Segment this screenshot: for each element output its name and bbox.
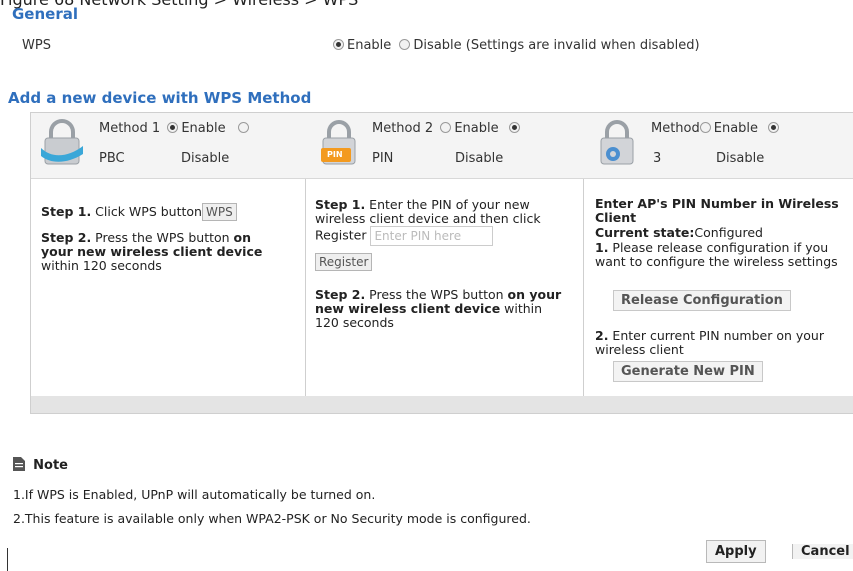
- cancel-button[interactable]: Cancel: [792, 544, 853, 559]
- register-button[interactable]: Register: [315, 253, 373, 271]
- method-2-disable-radio[interactable]: [508, 122, 520, 133]
- wps-disable-radio[interactable]: [399, 39, 411, 50]
- method-3-disable-radio[interactable]: [768, 122, 780, 133]
- method-1-name: Method 1: [99, 121, 161, 136]
- wps-button[interactable]: WPS: [201, 203, 237, 221]
- method-1-enable-label: Enable: [181, 121, 226, 136]
- wps-disable-label: Disable (Settings are invalid when disab…: [413, 38, 700, 53]
- apply-button[interactable]: Apply: [706, 540, 766, 563]
- method-2-header: PIN Method 2 Enable PIN Disable: [305, 113, 583, 179]
- method-1-enable-radio[interactable]: [167, 122, 179, 133]
- method-1-type: PBC: [99, 151, 125, 166]
- wps-radio-group: Enable Disable (Settings are invalid whe…: [333, 38, 700, 53]
- wps-label: WPS: [22, 38, 51, 53]
- method-3-enable-label: Enable: [713, 121, 759, 136]
- method-1-header: Method 1 Enable PBC Disable: [31, 113, 305, 179]
- lock-gear-icon: [600, 120, 634, 165]
- method-3-header: Method Enable 3 Disable: [583, 113, 853, 179]
- method-3-state: Current state:Configured: [595, 225, 763, 240]
- method-2-step-1: Step 1. Enter the PIN of your new wirele…: [315, 198, 570, 246]
- method-1-step-2: Step 2. Press the WPS button on your new…: [41, 230, 263, 273]
- note-title: Note: [33, 458, 68, 473]
- method-3-item-2: 2. Enter current PIN number on your wire…: [595, 328, 824, 357]
- method-3-name: Method: [651, 121, 700, 136]
- method-3-item-1: 1. Please release configuration if you w…: [595, 240, 838, 269]
- method-2-step-2: Step 2. Press the WPS button on your new…: [315, 287, 562, 330]
- current-state-value: Configured: [694, 225, 763, 240]
- method-3-enable-radio[interactable]: [699, 122, 711, 133]
- method-2-name: Method 2: [372, 121, 434, 136]
- method-2-disable-label: Disable: [455, 151, 504, 166]
- wps-enable-label: Enable: [347, 38, 392, 53]
- method-1-disable-radio[interactable]: [237, 122, 249, 133]
- method-1-column: Method 1 Enable PBC Disable Step 1. Clic…: [31, 113, 306, 413]
- wps-methods-panel: Method 1 Enable PBC Disable Step 1. Clic…: [30, 112, 853, 414]
- method-1-step-1: Step 1. Click WPS button WPS: [41, 203, 296, 221]
- method-1-disable-label: Disable: [181, 151, 230, 166]
- add-device-section-title: Add a new device with WPS Method: [8, 89, 312, 107]
- release-configuration-button[interactable]: Release Configuration: [613, 290, 791, 311]
- pin-badge: PIN: [327, 150, 343, 159]
- method-2-enable-radio[interactable]: [440, 122, 452, 133]
- method-3-heading: Enter AP's PIN Number in Wireless Client: [595, 196, 839, 225]
- lock-wave-icon: [41, 119, 83, 165]
- note-icon: [13, 457, 25, 471]
- pin-input[interactable]: Enter PIN here: [370, 226, 494, 246]
- method-3-column: Method Enable 3 Disable Enter AP's PIN Nu…: [583, 113, 853, 413]
- generate-new-pin-button[interactable]: Generate New PIN: [613, 361, 763, 382]
- note-header: Note: [13, 457, 68, 473]
- general-section-title: General: [12, 5, 78, 23]
- method-3-disable-label: Disable: [716, 151, 765, 166]
- wps-enable-radio[interactable]: [333, 39, 344, 50]
- method-3-type: 3: [653, 151, 662, 166]
- note-line-2: 2.This feature is available only when WP…: [13, 511, 531, 526]
- method-2-type: PIN: [372, 151, 394, 166]
- method-2-column: PIN Method 2 Enable PIN Disable Step 1. …: [305, 113, 584, 413]
- note-line-1: 1.If WPS is Enabled, UPnP will automatic…: [13, 487, 376, 502]
- method-2-enable-label: Enable: [454, 121, 499, 136]
